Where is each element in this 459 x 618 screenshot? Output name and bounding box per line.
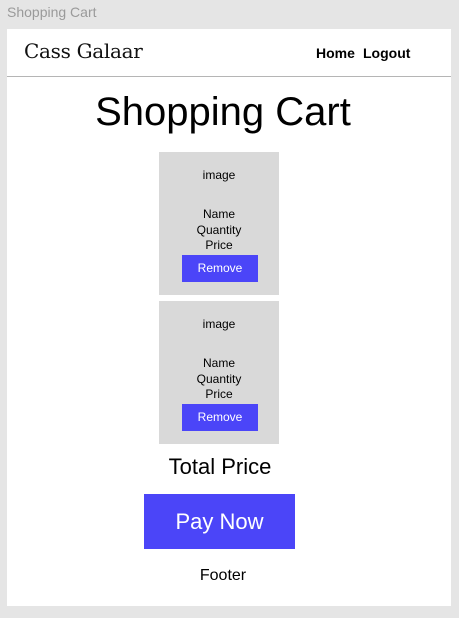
- cart-page: Cass Galaar Home Logout Shopping Cart im…: [7, 29, 451, 606]
- item-image-placeholder: image: [202, 317, 236, 331]
- page-title: Shopping Cart: [95, 90, 351, 134]
- item-quantity: Quantity: [196, 372, 242, 386]
- remove-item-button[interactable]: Remove: [182, 404, 258, 431]
- footer: Footer: [199, 567, 247, 584]
- item-price: Price: [205, 387, 233, 401]
- item-name: Name: [202, 356, 235, 370]
- cart-item: image Name Quantity Price Remove: [159, 301, 279, 444]
- navbar: Cass Galaar Home Logout: [7, 29, 451, 77]
- item-price: Price: [205, 238, 233, 252]
- item-image-placeholder: image: [202, 168, 236, 182]
- item-quantity: Quantity: [196, 223, 242, 237]
- nav-home-link[interactable]: Home: [316, 45, 355, 61]
- pay-now-button[interactable]: Pay Now: [144, 494, 295, 549]
- remove-item-button[interactable]: Remove: [182, 255, 258, 282]
- brand-logo[interactable]: Cass Galaar: [24, 39, 143, 63]
- total-price-label: Total Price: [168, 454, 272, 479]
- item-name: Name: [202, 207, 235, 221]
- cart-item: image Name Quantity Price Remove: [159, 152, 279, 295]
- frame-label: Shopping Cart: [7, 4, 97, 20]
- nav-logout-link[interactable]: Logout: [363, 45, 410, 61]
